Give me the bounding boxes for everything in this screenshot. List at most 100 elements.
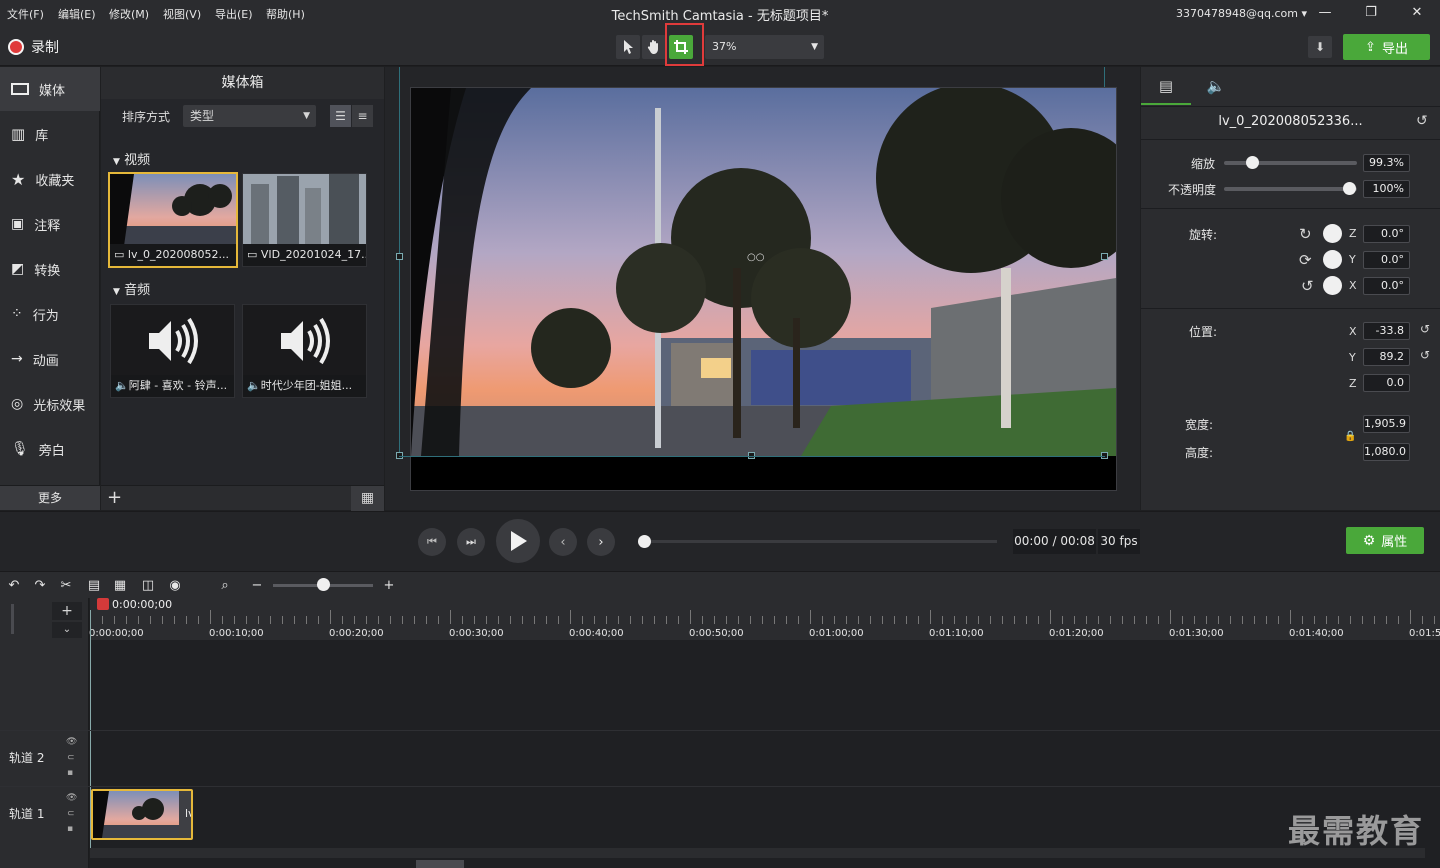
position-z-field[interactable]: 0.0 [1363,374,1410,392]
nav-item-transitions[interactable]: ◩ 转换 [0,247,100,291]
lock-icon[interactable]: ⊂ [67,809,75,819]
nav-item-favorites[interactable]: ★ 收藏夹 [0,157,100,201]
add-track-button[interactable]: + [52,602,82,620]
selection-handle[interactable] [396,253,403,260]
timeline-horizontal-scrollbar[interactable] [90,848,1425,858]
redo-icon[interactable]: ↷ [32,578,48,594]
nav-item-media[interactable]: 媒体 [0,67,100,111]
minimize-button[interactable]: — [1314,4,1336,22]
collapse-tracks-button[interactable]: ⌄ [52,622,82,638]
nav-item-cursor-effects[interactable]: ◎ 光标效果 [0,382,100,426]
eye-icon[interactable]: 👁 [66,793,77,803]
export-button[interactable]: ⇪ 导出 [1343,34,1430,60]
track-2-name: 轨道 2 [9,751,45,765]
media-item-video-1[interactable]: ▭ lv_0_202008052... [108,172,238,268]
opacity-slider-thumb[interactable] [1343,182,1356,195]
nav-item-label: 收藏夹 [35,173,75,189]
nav-item-behaviors[interactable]: ⁘ 行为 [0,292,100,336]
scale-slider-track[interactable] [1224,161,1357,165]
timeline-clip[interactable]: lv [91,789,193,840]
position-y-field[interactable]: 89.2 [1363,348,1410,366]
previous-marker-button[interactable]: ‹ [549,528,577,556]
grid-view-button[interactable]: ▦ [351,486,384,511]
account-menu[interactable]: 3370478948@qq.com ▾ [1176,7,1307,20]
ruler-tick-label: 0:01:20;00 [1049,628,1104,639]
rotation-z-field[interactable]: 0.0° [1363,225,1410,243]
timeline-ruler[interactable]: 0:00:00;00 0:00:10;00 0:00:20;00 0:00:30;00… [89,598,1440,640]
step-forward-button[interactable]: ⏭ [457,528,485,556]
paste-icon[interactable]: ▦ [112,578,128,594]
reset-icon[interactable]: ↺ [1420,348,1430,362]
copy-icon[interactable]: ▤ [86,578,102,594]
height-field[interactable]: 1,080.0 [1363,443,1410,461]
reset-icon[interactable]: ↺ [1416,113,1428,129]
rotation-y-knob[interactable] [1323,250,1342,269]
pan-tool-button[interactable] [642,35,666,59]
lock-icon[interactable]: ⊂ [67,753,75,763]
cut-icon[interactable]: ✂ [58,578,74,594]
nav-item-annotations[interactable]: ▣ 注释 [0,202,100,246]
rotation-x-field[interactable]: 0.0° [1363,277,1410,295]
camera-icon[interactable]: ◉ [167,578,183,594]
scale-slider-thumb[interactable] [1246,156,1259,169]
audio-section-header[interactable]: ▼ 音频 [113,279,150,298]
video-thumbnail [243,174,366,246]
main-toolbar: 录制 37% ▼ ⬇ ⇪ 导出 [0,23,1440,66]
zoom-in-icon[interactable]: + [381,578,397,594]
maximize-button[interactable]: ❐ [1360,4,1382,22]
add-media-button[interactable]: + [107,487,122,508]
lock-icon[interactable]: ▪ [67,768,73,778]
eye-icon[interactable]: 👁 [66,737,77,747]
zoom-select[interactable]: 37% ▼ [705,35,824,59]
track-height-slider[interactable] [11,604,14,634]
zoom-out-icon[interactable]: − [249,578,265,594]
selection-handle[interactable] [1101,253,1108,260]
zoom-icon[interactable]: ⌕ [217,578,233,594]
media-item-audio-1[interactable]: 🔈阿肆 - 喜欢 - 铃声... [110,304,235,398]
opacity-field[interactable]: 100% [1363,180,1410,198]
playhead-marker[interactable] [97,598,109,610]
split-icon[interactable]: ◫ [140,578,156,594]
lock-icon[interactable]: 🔒 [1344,431,1356,442]
timeline-zoom-thumb[interactable] [317,578,330,591]
chevron-right-icon: › [598,534,604,550]
width-field[interactable]: 1,905.9 [1363,415,1410,433]
close-button[interactable]: ✕ [1406,4,1428,22]
tab-audio-properties[interactable]: 🔈 [1191,67,1241,105]
position-x-field[interactable]: -33.8 [1363,322,1410,340]
sort-select[interactable]: 类型 ▼ [183,105,316,127]
video-section-header[interactable]: ▼ 视频 [113,149,150,168]
nav-more-button[interactable]: 更多 [0,485,100,510]
nav-item-library[interactable]: ▥ 库 [0,112,100,156]
lock-icon[interactable]: ▪ [67,824,73,834]
timeline-scroll-thumb[interactable] [416,860,464,868]
select-tool-button[interactable] [616,35,640,59]
rotation-x-knob[interactable] [1323,276,1342,295]
chevron-down-icon: ▼ [303,111,310,121]
step-back-button[interactable]: ⏮ [418,528,446,556]
scale-field[interactable]: 99.3% [1363,154,1410,172]
media-item-name: 时代少年团-姐姐... [260,379,353,392]
rotation-y-field[interactable]: 0.0° [1363,251,1410,269]
media-item-audio-2[interactable]: 🔈时代少年团-姐姐... [242,304,367,398]
rotation-handle[interactable]: ○○ [747,252,764,263]
left-nav: 媒体 ▥ 库 ★ 收藏夹 ▣ 注释 ◩ 转换 ⁘ 行为 → 动画 ◎ 光标效果 … [0,67,100,510]
scrub-thumb[interactable] [638,535,651,548]
play-button[interactable] [496,519,540,563]
next-marker-button[interactable]: › [587,528,615,556]
tab-visual-properties[interactable]: ▤ [1141,67,1191,105]
rotation-z-knob[interactable] [1323,224,1342,243]
reset-icon[interactable]: ↺ [1420,322,1430,336]
video-preview[interactable] [410,87,1117,491]
nav-item-voice-narration[interactable]: 🎙 旁白 [0,427,100,471]
sort-descending-button[interactable]: ≡ [352,105,373,127]
record-button[interactable]: 录制 [8,37,59,57]
opacity-slider-track[interactable] [1224,187,1357,191]
media-item-video-2[interactable]: ▭ VID_20201024_17... [242,173,367,267]
properties-button[interactable]: ⚙ 属性 [1346,527,1424,554]
scrub-track[interactable] [645,540,997,543]
download-button[interactable]: ⬇ [1308,36,1332,58]
undo-icon[interactable]: ↶ [6,578,22,594]
nav-item-animations[interactable]: → 动画 [0,337,100,381]
sort-ascending-button[interactable]: ☰ [330,105,351,127]
